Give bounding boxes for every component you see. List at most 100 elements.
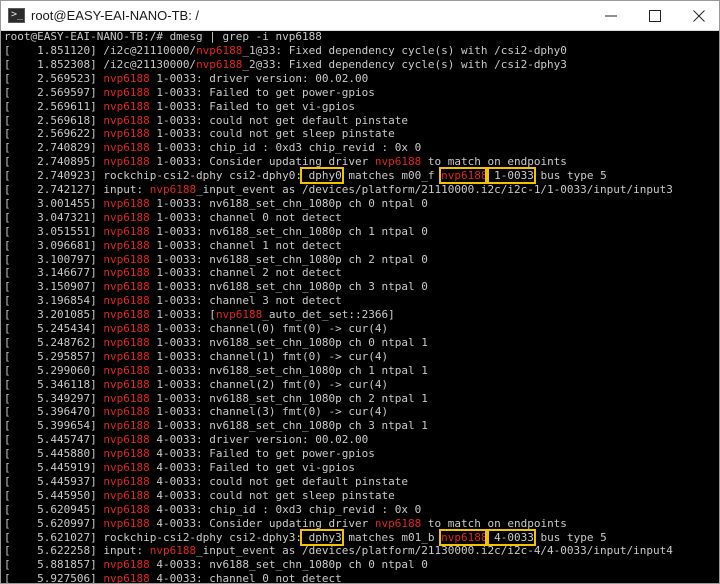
log-text: 1-0033: [ <box>149 308 216 322</box>
log-text: bus type 5 <box>533 530 607 544</box>
log-line: [ 3.146677] nvp6188 1-0033: channel 2 no… <box>4 266 342 280</box>
log-line: [ 5.399654] nvp6188 1-0033: nv6188_set_c… <box>4 419 428 433</box>
driver-keyword: nvp6188 <box>103 349 150 363</box>
log-text: 4-0033: driver version: 00.02.00 <box>149 433 369 447</box>
highlighted-driver-name: nvp6188 <box>439 167 490 185</box>
driver-keyword: nvp6188 <box>103 447 150 461</box>
log-text: 1-0033: channel(0) fmt(0) -> cur(4) <box>149 322 389 335</box>
log-line: [ 5.622258] input: nvp6188_input_event a… <box>4 544 673 558</box>
log-text: rockchip-csi2-dphy csi2-dphy0: <box>103 169 303 183</box>
log-text: 1-0033: nv6188_set_chn_1080p ch 0 ntpal … <box>149 196 428 210</box>
driver-keyword: nvp6188 <box>103 294 150 308</box>
log-timestamp: [ 2.740895] <box>4 155 104 169</box>
log-timestamp: [ 5.346118] <box>4 377 104 391</box>
log-timestamp: [ 5.927506] <box>4 572 104 583</box>
window-title: root@EASY-EAI-NANO-TB: / <box>31 8 200 23</box>
minimize-button[interactable] <box>591 1 631 31</box>
log-timestamp: [ 2.569618] <box>4 113 104 127</box>
log-timestamp: [ 2.740829] <box>4 141 104 155</box>
log-line: [ 3.150907] nvp6188 1-0033: nv6188_set_c… <box>4 280 428 294</box>
highlighted-dphy-name: dphy0 <box>300 167 344 185</box>
log-text: rockchip-csi2-dphy csi2-dphy3: <box>103 530 303 544</box>
log-text: 1-0033: nv6188_set_chn_1080p ch 3 ntpal … <box>149 280 428 294</box>
driver-keyword: nvp6188 <box>103 461 150 474</box>
log-timestamp: [ 2.569622] <box>4 127 104 141</box>
driver-keyword: nvp6188 <box>103 252 150 266</box>
driver-keyword: nvp6188 <box>103 266 150 280</box>
log-line: [ 2.569523] nvp6188 1-0033: driver versi… <box>4 72 368 86</box>
driver-keyword: nvp6188 <box>103 502 150 516</box>
log-timestamp: [ 3.100797] <box>4 252 104 266</box>
log-timestamp: [ 3.201085] <box>4 308 104 322</box>
log-line: [ 2.569611] nvp6188 1-0033: Failed to ge… <box>4 100 355 114</box>
log-text: 4-0033: nv6188_set_chn_1080p ch 0 ntpal … <box>149 558 428 572</box>
log-timestamp: [ 5.399654] <box>4 419 104 433</box>
log-text: to match on endpoints <box>421 155 567 169</box>
title-bar[interactable]: >_ root@EASY-EAI-NANO-TB: / <box>1 1 719 31</box>
log-text: _auto_det_set::2366] <box>262 308 395 322</box>
log-text: input: <box>103 544 150 558</box>
log-text: 4-0033: Failed to get vi-gpios <box>149 461 356 474</box>
log-text: bus type 5 <box>533 169 607 183</box>
log-line: [ 3.096681] nvp6188 1-0033: channel 1 no… <box>4 239 342 253</box>
driver-keyword: nvp6188 <box>103 516 150 530</box>
driver-keyword: nvp6188 <box>103 308 150 322</box>
close-button[interactable] <box>679 1 719 31</box>
highlighted-i2c-address: 4-0033 <box>485 528 536 546</box>
maximize-button[interactable] <box>635 1 675 31</box>
log-timestamp: [ 5.248762] <box>4 335 104 349</box>
log-line: [ 5.927506] nvp6188 4-0033: channel 0 no… <box>4 572 342 583</box>
log-text: matches m01_b <box>341 530 442 544</box>
driver-keyword: nvp6188 <box>103 99 150 113</box>
log-text: 1-0033: chip_id : 0xd3 chip_revid : 0x 0 <box>149 141 422 155</box>
driver-keyword: nvp6188 <box>103 363 150 377</box>
driver-keyword: nvp6188 <box>374 155 422 169</box>
log-timestamp: [ 5.620997] <box>4 516 104 530</box>
driver-keyword: nvp6188 <box>103 238 150 252</box>
log-text: 1-0033: nv6188_set_chn_1080p ch 3 ntpal … <box>149 419 428 433</box>
log-text: 1-0033: Consider updating driver <box>149 155 375 169</box>
log-timestamp: [ 3.051551] <box>4 224 104 238</box>
minimize-icon <box>605 15 617 17</box>
log-line: [ 5.245434] nvp6188 1-0033: channel(0) f… <box>4 322 388 336</box>
log-line: [ 3.047321] nvp6188 1-0033: channel 0 no… <box>4 211 342 225</box>
driver-keyword: nvp6188 <box>103 488 150 502</box>
log-text: 4-0033: Consider updating driver <box>149 516 375 530</box>
log-timestamp: [ 5.881857] <box>4 558 104 572</box>
log-text: 4-0033: chip_id : 0xd3 chip_revid : 0x 0 <box>149 502 422 516</box>
log-timestamp: [ 2.569523] <box>4 71 104 85</box>
log-text: matches m00_f <box>341 169 442 183</box>
log-text: 1-0033: could not get default pinstate <box>149 113 408 127</box>
highlighted-driver-name: nvp6188 <box>439 528 490 546</box>
driver-keyword: nvp6188 <box>103 210 150 224</box>
driver-keyword: nvp6188 <box>103 280 150 294</box>
log-text: input: <box>103 183 150 196</box>
terminal-app-icon: >_ <box>8 8 25 23</box>
driver-keyword: nvp6188 <box>103 71 150 85</box>
terminal-output[interactable]: root@EASY-EAI-NANO-TB:/# dmesg | grep -i… <box>2 31 718 583</box>
log-text: 1-0033: nv6188_set_chn_1080p ch 2 ntpal … <box>149 391 428 405</box>
log-text: 4-0033: could not get sleep pinstate <box>149 488 395 502</box>
driver-keyword: nvp6188 <box>103 224 150 238</box>
driver-keyword: nvp6188 <box>149 544 197 558</box>
driver-keyword: nvp6188 <box>103 155 150 169</box>
log-text: 1-0033: driver version: 00.02.00 <box>149 71 369 85</box>
maximize-icon <box>649 10 661 22</box>
driver-keyword: nvp6188 <box>196 57 243 71</box>
log-timestamp: [ 5.621027] <box>4 530 104 544</box>
log-timestamp: [ 5.299060] <box>4 363 104 377</box>
driver-keyword: nvp6188 <box>103 113 150 127</box>
log-timestamp: [ 1.851120] <box>4 44 104 57</box>
log-timestamp: [ 3.096681] <box>4 238 104 252</box>
log-text: 1-0033: channel 3 not detect <box>149 294 342 308</box>
log-text: 1-0033: channel 2 not detect <box>149 266 342 280</box>
highlighted-dphy-name: dphy3 <box>300 528 344 546</box>
log-line: [ 3.051551] nvp6188 1-0033: nv6188_set_c… <box>4 225 428 239</box>
log-line: [ 1.851120] /i2c@21110000/nvp6188_1@33: … <box>4 44 567 58</box>
log-timestamp: [ 5.620945] <box>4 502 104 516</box>
log-text: 1-0033: nv6188_set_chn_1080p ch 0 ntpal … <box>149 335 428 349</box>
log-line: [ 5.445747] nvp6188 4-0033: driver versi… <box>4 433 368 447</box>
log-line: [ 5.445950] nvp6188 4-0033: could not ge… <box>4 489 395 503</box>
log-timestamp: [ 5.622258] <box>4 544 104 558</box>
log-line: [ 3.100797] nvp6188 1-0033: nv6188_set_c… <box>4 253 428 267</box>
